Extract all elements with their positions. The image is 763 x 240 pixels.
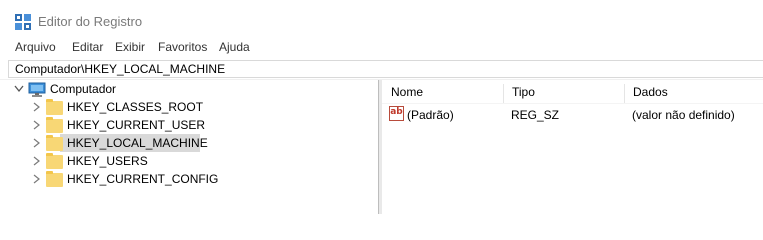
folder-icon <box>46 171 63 187</box>
chevron-right-icon[interactable] <box>33 102 40 112</box>
tree-item-hkey-current-config[interactable]: HKEY_CURRENT_CONFIG <box>67 172 218 186</box>
value-type: REG_SZ <box>511 108 560 122</box>
menu-favoritos[interactable]: Favoritos <box>158 40 207 54</box>
header-divider <box>382 103 763 104</box>
address-path: Computador\HKEY_LOCAL_MACHINE <box>15 62 226 76</box>
folder-icon <box>46 99 63 115</box>
tree-item-hkey-users[interactable]: HKEY_USERS <box>67 154 148 168</box>
menu-arquivo[interactable]: Arquivo <box>15 40 56 54</box>
column-header-tipo[interactable]: Tipo <box>503 84 623 104</box>
window-title: Editor do Registro <box>38 14 143 29</box>
menu-exibir[interactable]: Exibir <box>115 40 145 54</box>
tree-item-hkey-local-machine[interactable]: HKEY_LOCAL_MACHINE <box>67 136 208 150</box>
string-value-icon: ab <box>389 106 404 121</box>
tree-item-hkey-current-user[interactable]: HKEY_CURRENT_USER <box>67 118 205 132</box>
chevron-right-icon[interactable] <box>33 156 40 166</box>
registry-editor-icon <box>15 14 31 30</box>
menu-ajuda[interactable]: Ajuda <box>219 40 250 54</box>
chevron-right-icon[interactable] <box>33 120 40 130</box>
chevron-down-icon[interactable] <box>14 85 24 93</box>
folder-icon <box>46 153 63 169</box>
tree-item-label: Computador <box>50 82 117 96</box>
column-header-dados[interactable]: Dados <box>624 84 763 104</box>
column-separator[interactable] <box>503 84 504 104</box>
value-name[interactable]: (Padrão) <box>407 108 454 122</box>
tree-item-hkey-classes-root[interactable]: HKEY_CLASSES_ROOT <box>67 100 203 114</box>
menu-editar[interactable]: Editar <box>72 40 103 54</box>
column-header-nome[interactable]: Nome <box>382 84 502 104</box>
computer-icon <box>28 82 46 97</box>
address-bar[interactable]: Computador\HKEY_LOCAL_MACHINE <box>8 60 763 78</box>
chevron-right-icon[interactable] <box>33 174 40 184</box>
value-data: (valor não definido) <box>632 108 735 122</box>
values-list-pane[interactable]: Nome Tipo Dados <box>382 80 763 214</box>
title-bar: Editor do Registro <box>0 0 763 38</box>
chevron-right-icon[interactable] <box>33 138 40 148</box>
column-separator[interactable] <box>624 84 625 104</box>
folder-icon <box>46 117 63 133</box>
folder-icon <box>46 135 63 151</box>
